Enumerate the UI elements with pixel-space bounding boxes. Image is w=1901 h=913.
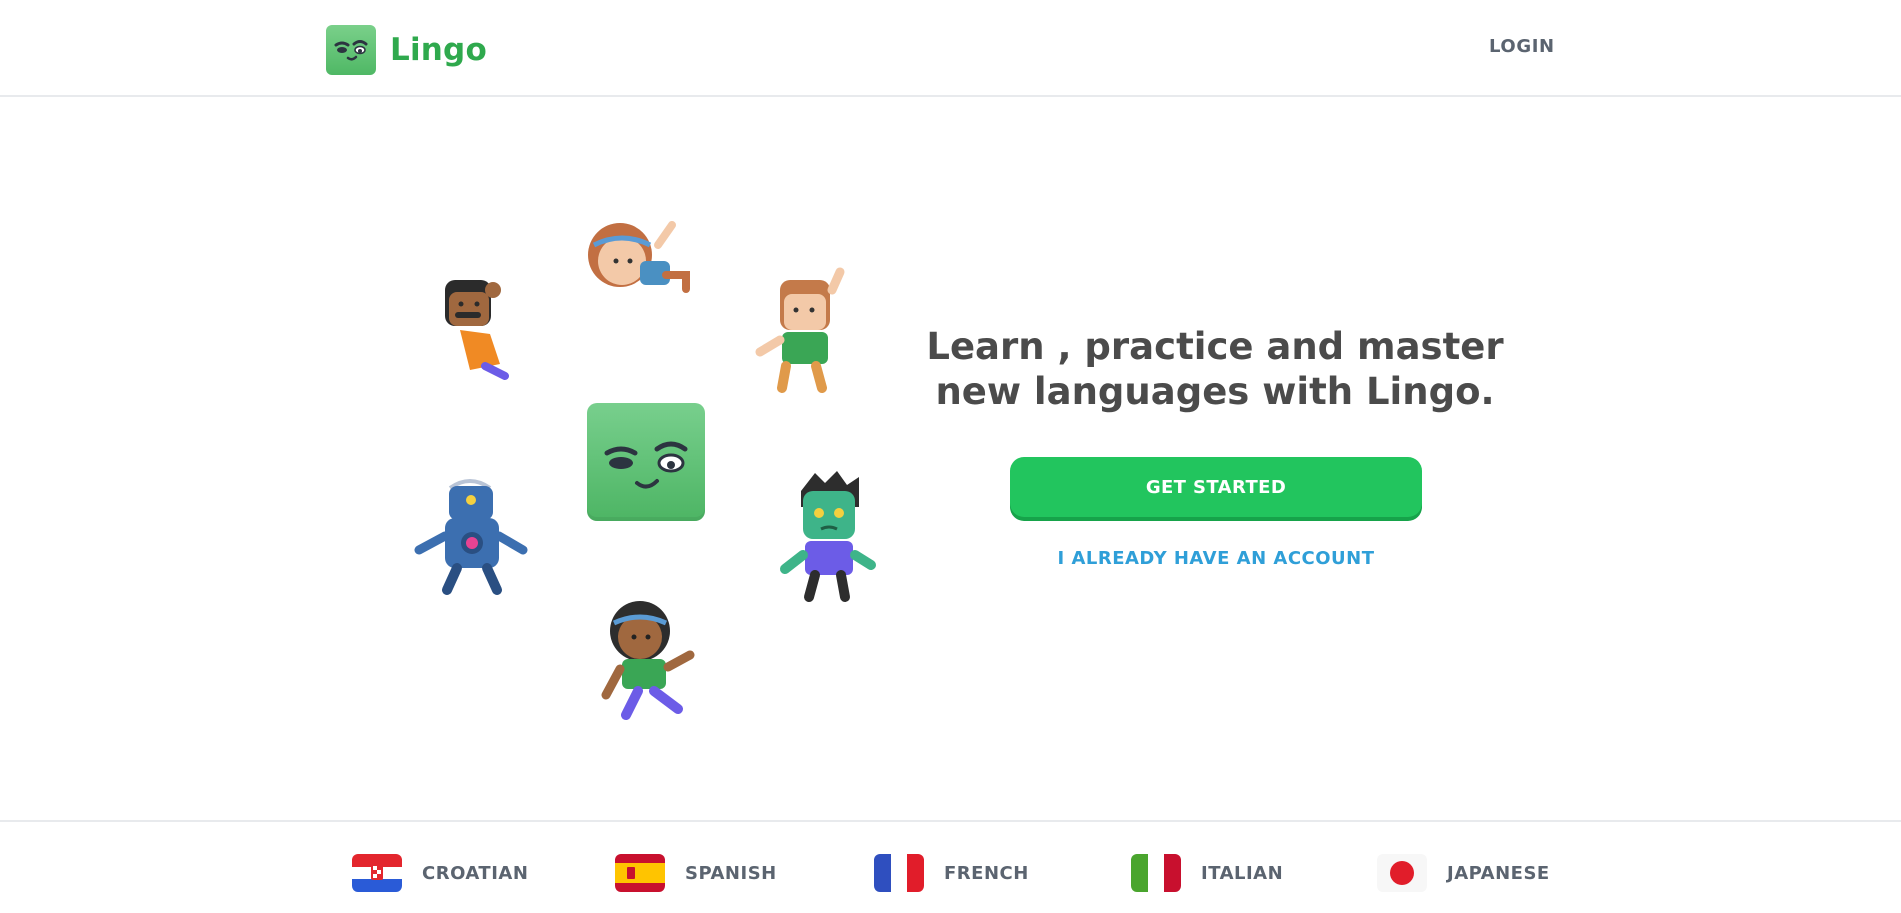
brand-link[interactable]: Lingo	[326, 25, 487, 75]
language-item-italian[interactable]: ITALIAN	[1131, 854, 1283, 892]
language-label: CROATIAN	[422, 862, 529, 884]
brand-name: Lingo	[390, 32, 487, 68]
language-item-french[interactable]: FRENCH	[874, 854, 1029, 892]
mustache-character-icon	[415, 270, 535, 390]
boy-character-icon	[750, 260, 870, 393]
zombie-character-icon	[775, 465, 895, 602]
croatia-flag-icon	[352, 854, 402, 892]
france-flag-icon	[874, 854, 924, 892]
japan-flag-icon	[1377, 854, 1427, 892]
lingo-mascot-icon	[587, 403, 705, 521]
language-footer: CROATIAN SPANISH FRENCH ITALIAN JAPANESE	[0, 820, 1901, 913]
italy-flag-icon	[1131, 854, 1181, 892]
girl-character-icon	[580, 215, 700, 335]
get-started-button[interactable]: GET STARTED	[1010, 457, 1422, 517]
login-link[interactable]: LOGIN	[1489, 36, 1555, 57]
language-label: JAPANESE	[1447, 862, 1550, 884]
robot-character-icon	[405, 470, 528, 595]
language-item-japanese[interactable]: JAPANESE	[1377, 854, 1550, 892]
language-label: ITALIAN	[1201, 862, 1284, 884]
hero-headline: Learn , practice and master new language…	[926, 325, 1504, 413]
language-label: SPANISH	[685, 862, 777, 884]
lingo-logo-icon	[326, 25, 376, 75]
spain-flag-icon	[615, 854, 665, 892]
login-account-link[interactable]: I ALREADY HAVE AN ACCOUNT	[1010, 548, 1422, 569]
top-nav: Lingo LOGIN	[0, 0, 1901, 97]
language-item-spanish[interactable]: SPANISH	[615, 854, 777, 892]
language-item-croatian[interactable]: CROATIAN	[352, 854, 528, 892]
language-label: FRENCH	[944, 862, 1029, 884]
hero-illustration	[395, 210, 895, 730]
kid-character-icon	[590, 595, 710, 720]
